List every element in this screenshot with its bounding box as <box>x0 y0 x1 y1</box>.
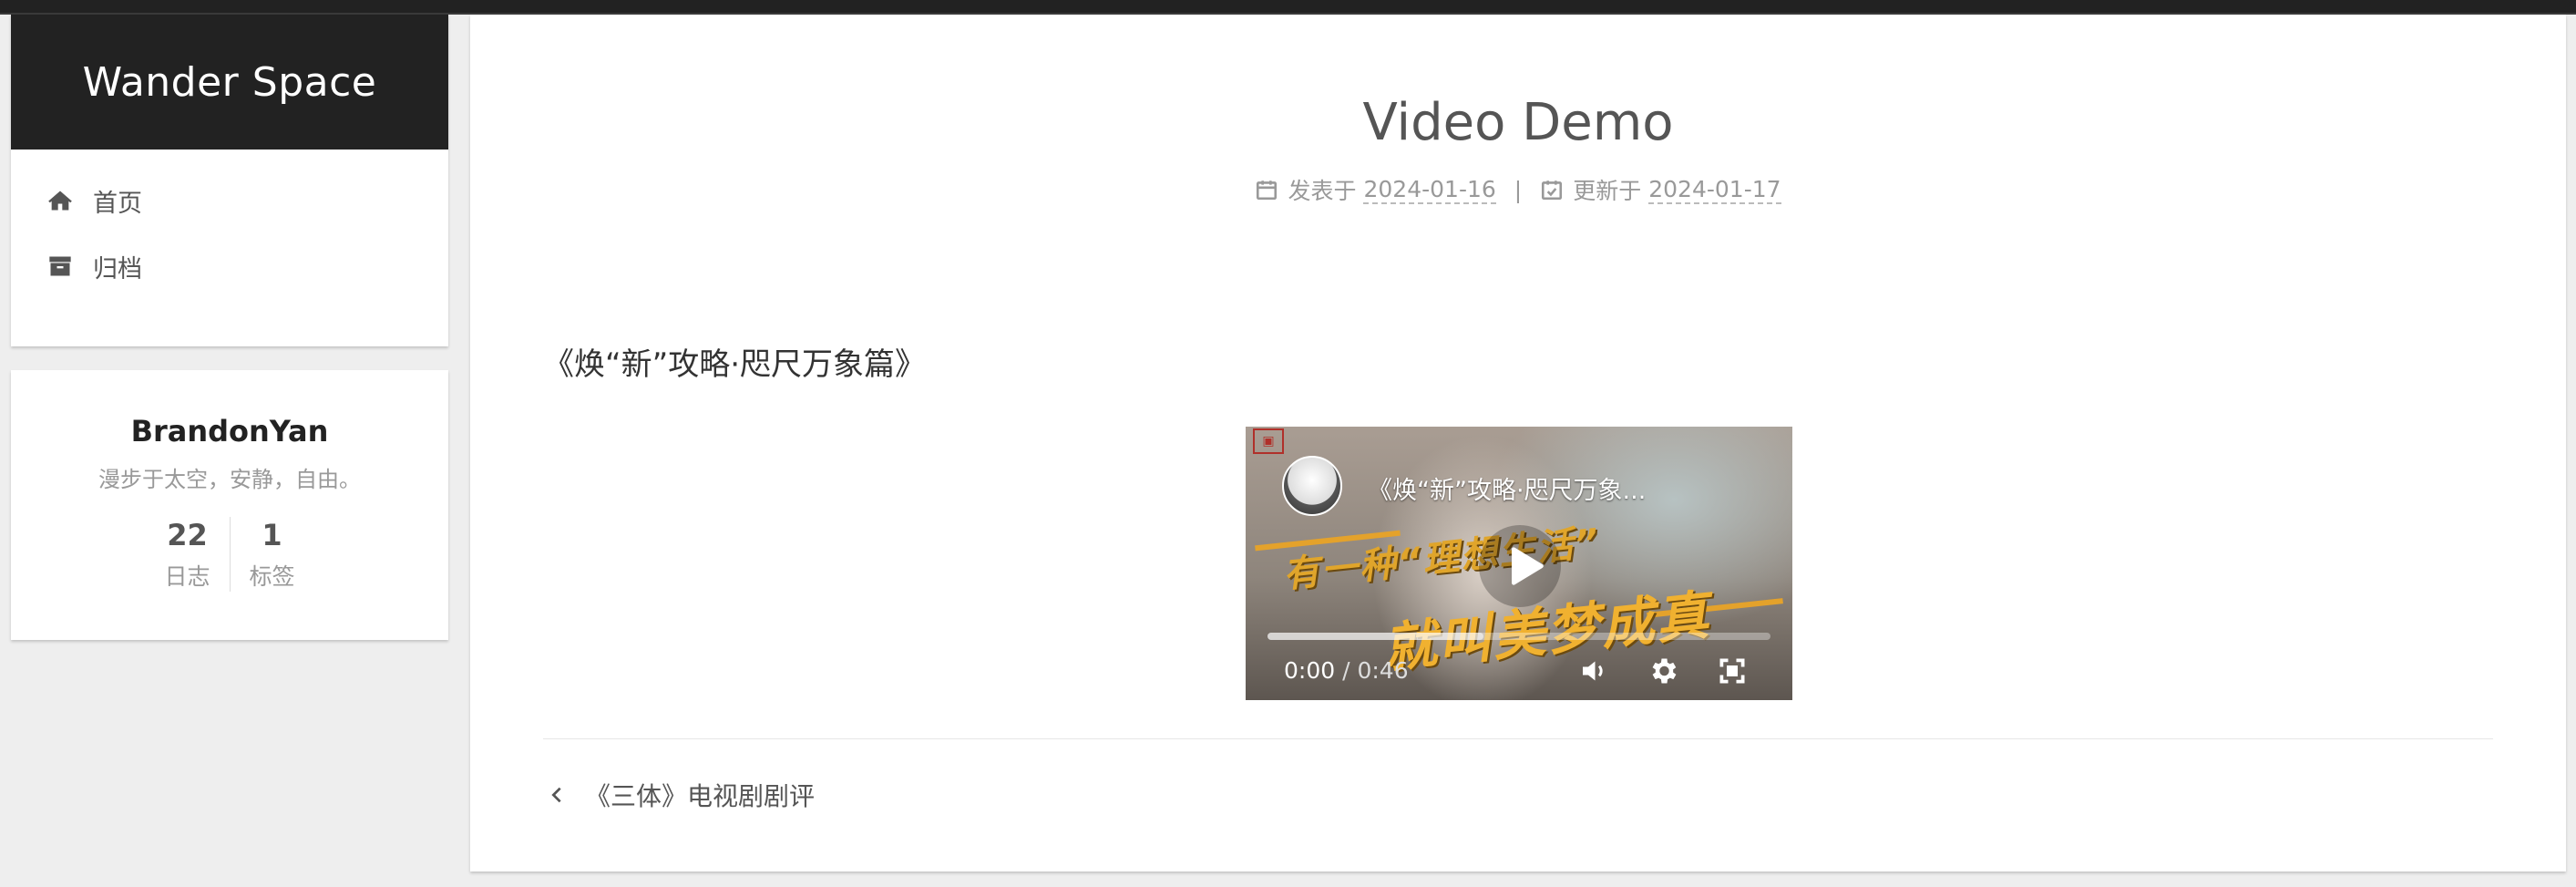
fullscreen-icon <box>1719 658 1745 684</box>
menu-item-label: 归档 <box>93 254 142 284</box>
site-brand[interactable]: Wander Space <box>11 15 448 150</box>
calendar-check-icon <box>1542 180 1563 201</box>
play-button[interactable] <box>1479 525 1561 607</box>
home-icon <box>48 191 72 211</box>
menu-item-label: 首页 <box>93 189 142 218</box>
prev-post-title: 《三体》电视剧剧评 <box>585 781 816 811</box>
updated-date: 2024-01-17 <box>1648 175 1781 204</box>
video-progress-bar[interactable] <box>1267 633 1770 640</box>
stat-posts[interactable]: 22 日志 <box>146 517 230 592</box>
stat-label: 标签 <box>249 563 295 590</box>
video-controls: 0:00 / 0:46 <box>1246 647 1792 693</box>
top-bar <box>0 0 2576 15</box>
prev-post-link[interactable]: 《三体》电视剧剧评 <box>547 777 815 813</box>
updated-label: 更新于 <box>1573 178 1642 204</box>
gear-icon <box>1652 658 1677 684</box>
calendar-icon <box>1257 180 1278 201</box>
channel-logo-icon: ▣ <box>1253 428 1284 454</box>
video-time: 0:00 / 0:46 <box>1284 657 1409 684</box>
meta-separator: | <box>1514 176 1523 203</box>
published-label: 发表于 <box>1288 178 1357 204</box>
current-time: 0:00 <box>1284 656 1336 684</box>
author-name: BrandonYan <box>130 414 329 449</box>
video-player[interactable]: 有一种“理想生活” 就叫美梦成真 ▣ 《焕“新”攻略·咫尺万象... 0:00 … <box>1246 427 1792 700</box>
post-title: Video Demo <box>1362 93 1674 152</box>
author-card: BrandonYan 漫步于太空，安静，自由。 22 日志 1 标签 <box>11 370 448 640</box>
stat-label: 日志 <box>164 563 210 590</box>
menu-item-home[interactable]: 首页 <box>11 168 448 233</box>
sidebar-brand-card: Wander Space 首页 归档 <box>11 15 448 346</box>
video-buffer-bar <box>1267 633 1484 640</box>
site-title[interactable]: Wander Space <box>83 59 377 106</box>
post-subtitle: 《焕“新”攻略·咫尺万象篇》 <box>543 346 927 383</box>
archive-icon <box>49 256 71 276</box>
chevron-left-icon <box>551 787 561 803</box>
stat-count: 1 <box>262 518 282 552</box>
post-card: Video Demo 发表于 2024-01-16 | 更新于 2024-01-… <box>470 15 2566 872</box>
sidebar-menu: 首页 归档 <box>11 150 448 299</box>
video-title[interactable]: 《焕“新”攻略·咫尺万象... <box>1368 470 1646 506</box>
volume-button[interactable] <box>1577 655 1610 687</box>
duration: 0:46 <box>1357 656 1409 684</box>
post-meta: 发表于 2024-01-16 | 更新于 2024-01-17 <box>470 173 2566 206</box>
stat-tags[interactable]: 1 标签 <box>229 517 314 592</box>
author-description: 漫步于太空，安静，自由。 <box>98 467 361 492</box>
updated-meta: 更新于 2024-01-17 <box>1540 173 1781 206</box>
post-footer-divider <box>543 738 2493 739</box>
time-separator: / <box>1335 656 1358 684</box>
published-meta: 发表于 2024-01-16 <box>1255 173 1496 206</box>
published-date: 2024-01-16 <box>1363 175 1496 204</box>
menu-item-archive[interactable]: 归档 <box>11 233 448 299</box>
author-stats: 22 日志 1 标签 <box>11 517 448 592</box>
play-icon <box>1511 547 1544 585</box>
video-author-avatar[interactable] <box>1282 456 1342 516</box>
stat-count: 22 <box>167 518 208 552</box>
fullscreen-button[interactable] <box>1716 655 1749 687</box>
settings-button[interactable] <box>1647 655 1679 687</box>
volume-icon <box>1583 661 1603 681</box>
